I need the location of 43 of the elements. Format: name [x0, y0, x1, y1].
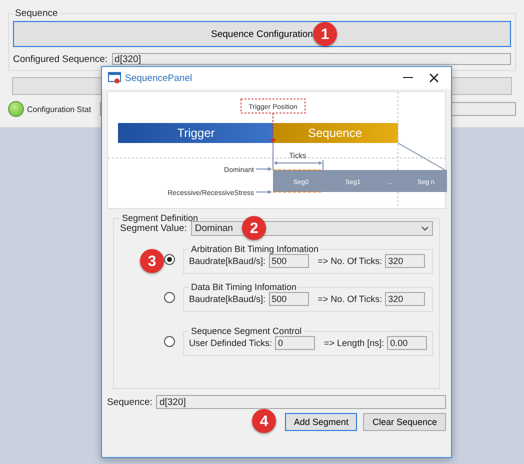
configuration-status-label: Configuration Stat — [27, 104, 92, 114]
radio-button[interactable] — [164, 292, 175, 302]
trigger-bar: Trigger — [118, 123, 273, 143]
window-app-icon — [108, 72, 121, 84]
sequence-label: Sequence: — [107, 396, 152, 408]
field-label: Baudrate[kBaud/s]: — [189, 256, 266, 266]
field-label: User Definded Ticks: — [189, 338, 272, 348]
configured-sequence-field: d[320] — [112, 53, 511, 65]
input-field[interactable]: 0.00 — [387, 336, 428, 350]
radio-button[interactable] — [164, 254, 175, 264]
field-label: => No. Of Ticks: — [318, 294, 382, 304]
clear-sequence-button[interactable]: Clear Sequence — [363, 413, 446, 431]
add-segment-button[interactable]: Add Segment — [284, 413, 358, 431]
field-label: Baudrate[kBaud/s]: — [189, 294, 266, 304]
input-field[interactable]: 500 — [268, 254, 309, 268]
callout-badge: 4 — [252, 409, 276, 433]
field-label: => Length [ns]: — [324, 338, 384, 348]
sequence-field: d[320] — [156, 395, 446, 409]
group-title: Segment Definition — [121, 213, 200, 223]
input-field[interactable]: 500 — [268, 292, 309, 306]
close-icon[interactable] — [429, 73, 439, 83]
input-field[interactable]: 0 — [275, 336, 316, 350]
field-label: => No. Of Ticks: — [318, 256, 382, 266]
callout-badge: 3 — [140, 249, 164, 273]
window-title: SequencePanel — [125, 72, 194, 84]
segment-value-label: Segment Value: — [120, 223, 187, 234]
radio-button[interactable] — [164, 336, 175, 346]
dominant-arrow — [256, 167, 272, 171]
status-indicator-icon — [8, 101, 24, 117]
input-field[interactable]: 320 — [385, 292, 426, 306]
sequence-bar: Sequence — [273, 123, 398, 143]
group-title: Sequence Segment Control — [190, 326, 303, 336]
minimize-icon[interactable] — [403, 77, 413, 79]
recessive-arrow — [256, 190, 272, 194]
ticks-arrow — [274, 160, 324, 170]
group-title: Data Bit Timing Infomation — [190, 282, 298, 292]
group-title: Sequence — [14, 8, 59, 19]
configured-sequence-label: Configured Sequence: — [13, 54, 108, 64]
group-title: Arbitration Bit Timing Infomation — [190, 244, 320, 254]
input-field[interactable]: 320 — [385, 254, 426, 268]
callout-badge: 2 — [242, 216, 266, 240]
chevron-down-icon — [421, 226, 429, 231]
trigger-marker-line — [270, 112, 276, 143]
